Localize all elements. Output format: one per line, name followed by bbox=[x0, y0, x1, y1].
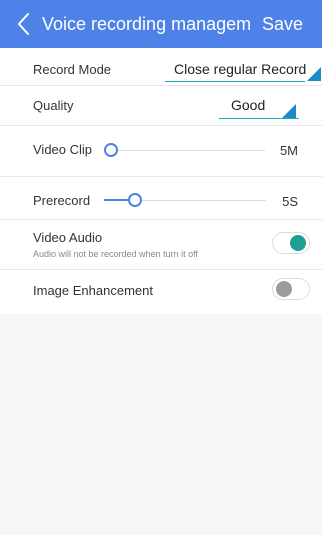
video-clip-slider-thumb[interactable] bbox=[104, 143, 118, 157]
toggle-on-icon bbox=[290, 235, 306, 251]
prerecord-slider-track[interactable] bbox=[138, 200, 266, 201]
video-audio-row: Video Audio Audio will not be recorded w… bbox=[0, 220, 322, 270]
quality-underline bbox=[219, 118, 299, 119]
back-button[interactable] bbox=[14, 11, 34, 37]
quality-row: Quality Good bbox=[0, 86, 322, 126]
settings-panel: Record Mode Close regular Record Quality… bbox=[0, 48, 322, 314]
page-title: Voice recording management bbox=[42, 14, 252, 34]
image-enhancement-label: Image Enhancement bbox=[33, 283, 153, 298]
save-button[interactable]: Save bbox=[262, 13, 303, 35]
image-enhancement-row: Image Enhancement bbox=[0, 270, 322, 314]
record-mode-underline bbox=[165, 81, 305, 82]
quality-dropdown-icon[interactable] bbox=[282, 104, 296, 118]
quality-select[interactable]: Good bbox=[231, 97, 265, 113]
video-audio-label: Video Audio bbox=[33, 230, 103, 245]
video-clip-label: Video Clip bbox=[33, 142, 93, 157]
prerecord-label: Prerecord bbox=[33, 193, 91, 208]
quality-label: Quality bbox=[33, 98, 74, 113]
prerecord-slider-fill bbox=[104, 199, 128, 201]
image-enhancement-toggle[interactable] bbox=[272, 278, 310, 300]
record-mode-row: Record Mode Close regular Record bbox=[0, 48, 322, 86]
prerecord-slider-thumb[interactable] bbox=[128, 193, 142, 207]
record-mode-dropdown-icon[interactable] bbox=[307, 67, 321, 81]
video-audio-toggle[interactable] bbox=[272, 232, 310, 254]
app-header: Voice recording management Save bbox=[0, 0, 322, 48]
video-clip-slider-track[interactable] bbox=[110, 150, 265, 151]
video-audio-sublabel: Audio will not be recorded when turn it … bbox=[33, 249, 198, 259]
chevron-left-icon bbox=[18, 13, 29, 35]
prerecord-value: 5S bbox=[282, 194, 298, 209]
video-clip-row: Video Clip 5M bbox=[0, 126, 322, 177]
toggle-off-icon bbox=[276, 281, 292, 297]
video-clip-value: 5M bbox=[279, 143, 298, 158]
record-mode-select[interactable]: Close regular Record bbox=[174, 61, 306, 77]
record-mode-label: Record Mode bbox=[33, 62, 112, 77]
prerecord-row: Prerecord 5S bbox=[0, 177, 322, 220]
